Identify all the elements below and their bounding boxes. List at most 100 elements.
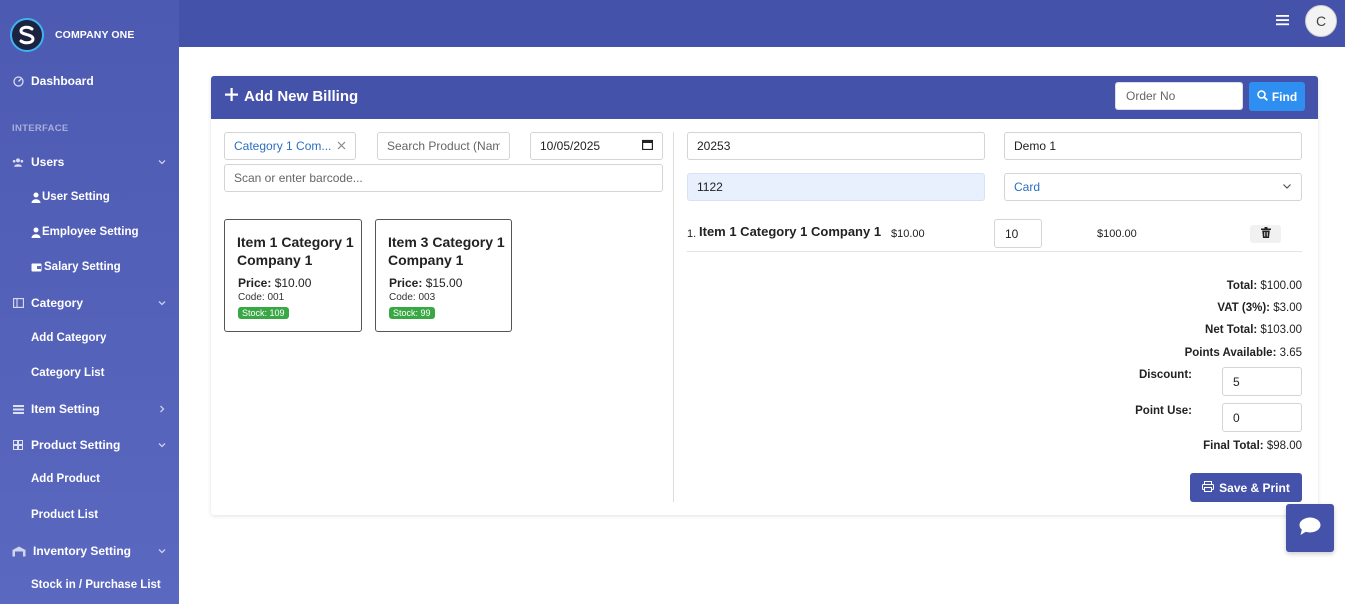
line-total: $100.00 — [1097, 228, 1137, 240]
summary-vat: VAT (3%): $3.00 — [1217, 302, 1302, 314]
product-card[interactable]: Item 1 Category 1 Company 1 Price: $10.0… — [224, 219, 362, 332]
warehouse-icon — [12, 545, 26, 557]
price-label: Price: — [238, 276, 272, 290]
chevron-down-icon — [157, 297, 167, 311]
dashboard-icon — [12, 75, 24, 87]
sidebar-item-category[interactable]: Category — [0, 292, 179, 314]
line-unit-price: $10.00 — [891, 228, 925, 240]
search-icon — [1257, 89, 1272, 104]
price-value: $15.00 — [425, 276, 463, 290]
sidebar-item-product-list[interactable]: Product List — [31, 509, 98, 521]
discount-value: 5 — [1233, 374, 1240, 389]
chevron-right-icon — [157, 403, 167, 417]
sidebar-item-category-list[interactable]: Category List — [31, 367, 105, 379]
price-value: $10.00 — [274, 276, 312, 290]
sidebar-item-add-product[interactable]: Add Product — [31, 473, 100, 485]
customer-value: Demo 1 — [1014, 139, 1057, 153]
brand-name: COMPANY ONE — [55, 29, 135, 41]
summary-value: $3.00 — [1273, 302, 1302, 314]
sidebar-item-dashboard[interactable]: Dashboard — [0, 70, 179, 92]
payment-method-value: Card — [1014, 180, 1041, 194]
sidebar-sub-label: User Setting — [42, 191, 110, 203]
summary-points-available: Points Available: 3.65 — [1185, 347, 1302, 359]
wallet-icon — [31, 262, 43, 272]
barcode-input[interactable] — [224, 164, 663, 192]
discount-label: Discount: — [1138, 369, 1192, 381]
summary-label: VAT (3%): — [1217, 302, 1271, 314]
summary-value: $98.00 — [1266, 440, 1302, 452]
chat-button[interactable] — [1286, 504, 1334, 552]
phone-value: 1122 — [697, 180, 723, 194]
product-price: Price: $10.00 — [238, 276, 311, 290]
sidebar-sub-label: Employee Setting — [42, 226, 139, 238]
chevron-down-icon — [1282, 180, 1292, 194]
discount-input[interactable]: 5 — [1222, 367, 1302, 396]
cart-line-item: 1. Item 1 Category 1 Company 1 $10.00 10… — [687, 216, 1302, 252]
summary-value: $100.00 — [1260, 280, 1302, 292]
sidebar-item-inventory-setting[interactable]: Inventory Setting — [0, 540, 179, 562]
sidebar-item-label: Dashboard — [31, 74, 94, 88]
sidebar-item-add-category[interactable]: Add Category — [31, 332, 106, 344]
sidebar-sub-label: Salary Setting — [44, 261, 121, 273]
save-print-button[interactable]: Save & Print — [1190, 473, 1302, 502]
category-icon — [12, 297, 24, 309]
sidebar-item-product-setting[interactable]: Product Setting — [0, 434, 179, 456]
plus-icon — [225, 88, 238, 105]
column-divider — [673, 132, 674, 502]
sidebar-item-user-setting[interactable]: User Setting — [31, 191, 110, 203]
employee-icon — [31, 227, 41, 238]
sidebar-sub-label: Add Product — [31, 473, 100, 485]
category-filter-value: Category 1 Com... — [234, 139, 332, 153]
customer-field[interactable]: Demo 1 — [1004, 132, 1302, 160]
chevron-down-icon — [157, 156, 167, 170]
summary-final-total: Final Total: $98.00 — [1203, 440, 1302, 452]
sidebar-sub-label: Add Category — [31, 332, 107, 344]
chat-bubble-icon — [1299, 517, 1321, 539]
sidebar-item-label: Category — [31, 296, 84, 310]
find-button-label: Find — [1271, 89, 1298, 104]
summary-net-total: Net Total: $103.00 — [1205, 324, 1302, 336]
find-button[interactable]: Find — [1249, 82, 1305, 111]
invoice-no-value: 20253 — [697, 139, 731, 153]
phone-field[interactable]: 1122 — [687, 173, 985, 201]
section-label-interface: INTERFACE — [12, 123, 69, 134]
sidebar-item-users[interactable]: Users — [0, 151, 179, 173]
hamburger-menu-icon[interactable] — [1276, 14, 1289, 29]
sidebar-item-label: Users — [31, 155, 65, 169]
page-title-text: Add New Billing — [244, 88, 359, 105]
users-icon — [12, 156, 24, 168]
line-index: 1. — [687, 228, 697, 240]
invoice-no-field[interactable]: 20253 — [687, 132, 985, 160]
order-no-input[interactable] — [1115, 82, 1243, 110]
delete-button[interactable] — [1250, 225, 1281, 243]
sidebar-item-item-setting[interactable]: Item Setting — [0, 398, 179, 420]
product-card[interactable]: Item 3 Category 1 Company 1 Price: $15.0… — [375, 219, 512, 332]
line-qty-input[interactable]: 10 — [994, 219, 1042, 248]
chevron-down-icon — [157, 545, 167, 559]
sidebar-item-employee-setting[interactable]: Employee Setting — [31, 226, 139, 238]
summary-value: 3.65 — [1279, 347, 1302, 359]
product-code: Code: 003 — [389, 292, 436, 303]
sidebar-item-label: Item Setting — [31, 402, 100, 416]
search-product-input[interactable] — [377, 132, 510, 160]
calendar-icon[interactable] — [642, 139, 654, 153]
sidebar-item-salary-setting[interactable]: Salary Setting — [31, 261, 121, 273]
sidebar-item-stock-in[interactable]: Stock in / Purchase List — [31, 579, 161, 591]
point-use-label: Point Use: — [1135, 405, 1192, 417]
qty-value: 10 — [1005, 226, 1019, 241]
point-use-input[interactable]: 0 — [1222, 403, 1302, 432]
clear-icon[interactable] — [337, 139, 346, 153]
category-filter-select[interactable]: Category 1 Com... — [224, 132, 356, 160]
brand[interactable]: COMPANY ONE — [10, 18, 134, 52]
product-price: Price: $15.00 — [389, 276, 462, 290]
sidebar-sub-label: Category List — [31, 367, 105, 379]
user-icon — [31, 192, 41, 203]
card-header: Add New Billing Find — [211, 76, 1318, 119]
payment-method-select[interactable]: Card — [1004, 173, 1302, 201]
product-code: Code: 001 — [238, 292, 285, 303]
line-name: Item 1 Category 1 Company 1 — [699, 224, 882, 239]
avatar[interactable]: C — [1305, 5, 1337, 37]
date-input[interactable]: 10/05/2025 — [530, 132, 663, 160]
sidebar-item-label: Inventory Setting — [33, 544, 132, 558]
sidebar: COMPANY ONE Dashboard INTERFACE Users Us… — [0, 0, 179, 604]
